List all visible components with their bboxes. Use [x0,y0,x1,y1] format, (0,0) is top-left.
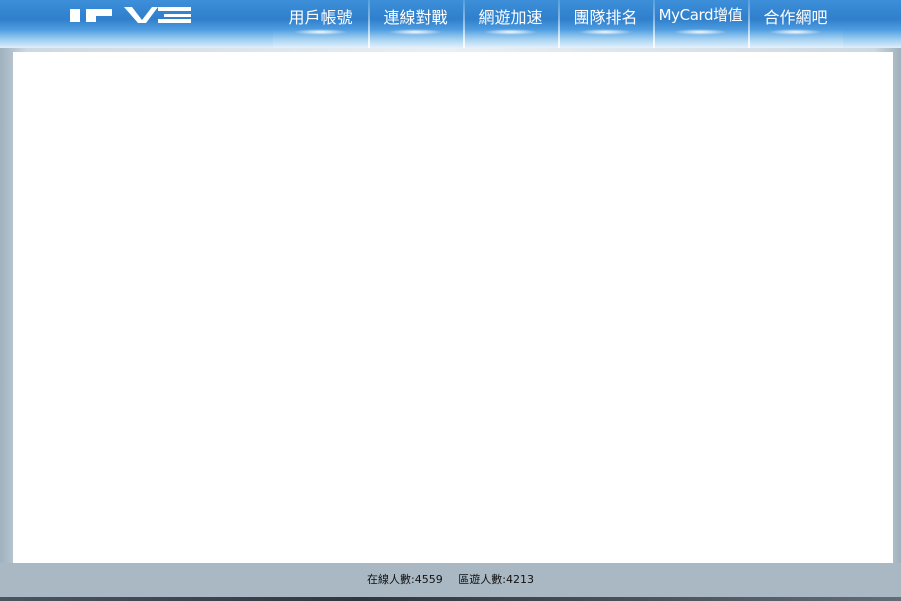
nav-item-team-ranking[interactable]: 團隊排名 [558,0,653,48]
zone-users-stat: 區遊人數:4213 [458,573,534,586]
brand-logo[interactable] [70,5,192,25]
nav-item-partner-cafes[interactable]: 合作網吧 [748,0,843,48]
nav-item-account[interactable]: 用戶帳號 [273,0,368,48]
zone-users-label: 區遊人數: [458,573,506,586]
online-users-label: 在線人數: [367,573,415,586]
nav-glow [768,29,823,35]
online-users-stat: 在線人數:4559 [367,573,443,586]
header-bar: 用戶帳號 連線對戰 網遊加速 團隊排名 MyCard增值 合作網吧 [0,0,901,48]
nav-item-online-battle[interactable]: 連線對戰 [368,0,463,48]
nav-item-game-acceleration[interactable]: 網遊加速 [463,0,558,48]
nav-item-label: 團隊排名 [573,8,638,27]
online-users-count: 4559 [414,573,443,586]
nav-item-label: MyCard增值 [658,6,743,24]
nav-item-label: 合作網吧 [763,8,828,27]
status-footer: 在線人數:4559 區遊人數:4213 [0,563,901,597]
app-window: 用戶帳號 連線對戰 網遊加速 團隊排名 MyCard增值 合作網吧 在線人數:4… [0,0,901,601]
nav-glow [293,29,348,35]
nav-glow [673,29,728,35]
window-bottom-edge [0,597,901,601]
nav-glow [388,29,443,35]
nav-glow [578,29,633,35]
content-panel [13,52,893,563]
zone-users-count: 4213 [505,573,534,586]
nav-item-mycard-topup[interactable]: MyCard增值 [653,0,748,48]
main-nav: 用戶帳號 連線對戰 網遊加速 團隊排名 MyCard增值 合作網吧 [273,0,843,48]
nav-item-label: 用戶帳號 [288,8,353,27]
nav-item-label: 連線對戰 [383,8,448,27]
nav-glow [483,29,538,35]
nav-item-label: 網遊加速 [478,8,543,27]
